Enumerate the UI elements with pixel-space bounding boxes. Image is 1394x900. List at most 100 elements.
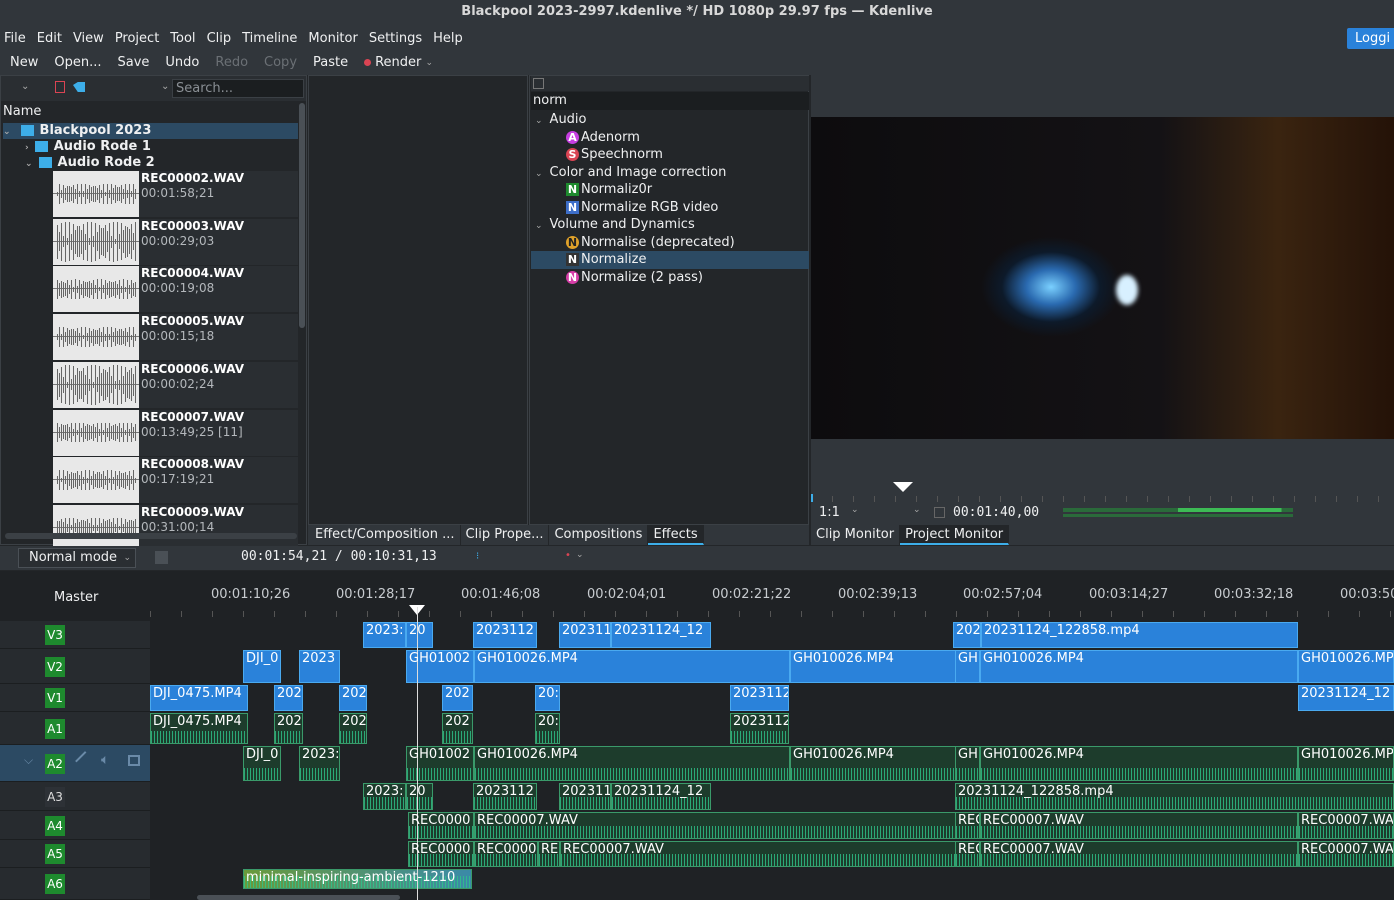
tab-clip-monitor[interactable]: Clip Monitor [811,525,901,545]
checkbox-icon[interactable] [934,507,945,518]
menu-view[interactable]: View [73,31,104,46]
a3-clip[interactable]: 20231124_122858.mp4 [955,783,1394,810]
a1-clip[interactable]: DJI_0475.MP4 [150,713,248,744]
track-header-v3[interactable]: V3 [0,621,150,649]
v3-clip[interactable]: 20 [406,622,433,648]
chevron-down-icon[interactable]: ⌄ [161,81,169,92]
master-label[interactable]: Master [54,590,98,605]
undo-button[interactable]: Undo [165,55,199,70]
effect-icon[interactable] [75,751,95,771]
effect-group[interactable]: ⌄ Volume and Dynamics [531,216,809,234]
v2-clip[interactable]: GH010026.MP4 [1298,650,1394,683]
menu-tool[interactable]: Tool [170,31,195,46]
menu-settings[interactable]: Settings [369,31,422,46]
effect-item[interactable]: N Normalize RGB video [531,199,809,217]
a1-clip[interactable]: 2023112 [730,713,789,744]
a1-clip[interactable]: 202 [339,713,367,744]
v1-clip[interactable]: 20231124_12 [1298,685,1394,711]
a6-clip[interactable]: minimal-inspiring-ambient-1210 [243,869,472,889]
v2-clip[interactable]: 2023 [299,650,340,683]
effect-group[interactable]: ⌄ Audio [531,111,809,129]
monitor-playhead-icon[interactable] [893,482,913,492]
tab-effect-composition[interactable]: Effect/Composition ... [310,525,461,545]
lock-icon[interactable] [128,755,140,766]
chevron-down-icon[interactable]: ⌄ [21,81,29,92]
a1-clip[interactable]: 20: [535,713,560,744]
track-header-a4[interactable]: A4 [0,811,150,840]
v2-clip[interactable]: DJI_0 [243,650,281,683]
a4-clip[interactable]: REC00007.WAV [474,812,956,839]
effect-item[interactable]: N Normaliz0r [531,181,809,199]
tag-icon[interactable] [73,82,85,92]
bin-clip-item[interactable]: REC00009.WAV 00:31:00;14 [53,504,298,551]
a3-clip[interactable]: 2023: [363,783,406,810]
a3-clip[interactable]: 20231124_12 [611,783,711,810]
chevron-down-icon[interactable]: ⌄ [576,550,584,560]
a2-clip[interactable]: 2023: [299,746,340,781]
copy-button[interactable]: Copy [264,55,297,70]
v1-clip[interactable]: 202 [339,685,367,711]
edit-mode-select[interactable]: Normal mode ⌄ [18,548,136,568]
redo-button[interactable]: Redo [215,55,248,70]
bin-clip-item[interactable]: REC00007.WAV 00:13:49;25 [11] [53,409,298,456]
track-header-a3[interactable]: A3 [0,782,150,811]
track-name[interactable]: A6 [45,874,65,894]
bin-column-name[interactable]: Name [3,104,303,122]
timeline-scrollbar[interactable] [197,895,400,900]
v2-clip[interactable]: GH( [955,650,980,683]
v1-clip[interactable]: 202 [442,685,473,711]
menu-help[interactable]: Help [433,31,463,46]
a2-clip[interactable]: GH010026.MP4 [980,746,1298,781]
list-icon[interactable] [533,78,544,89]
menu-clip[interactable]: Clip [207,31,232,46]
a5-clip[interactable]: REC0000 [474,841,538,867]
a3-clip[interactable]: 2023112 [473,783,537,810]
effect-item[interactable]: N Normalise (deprecated) [531,234,809,252]
a5-clip[interactable]: REC00007.WAV [560,841,956,867]
v2-clip[interactable]: GH010026.MP4 [474,650,790,683]
track-name[interactable]: A2 [45,753,65,774]
login-button[interactable]: Loggi [1347,28,1394,49]
tab-clip-properties[interactable]: Clip Prope... [461,525,550,545]
a2-clip[interactable]: DJI_0 [243,746,281,781]
v1-clip[interactable]: 20: [535,685,560,711]
track-name[interactable]: V2 [45,656,65,677]
effect-group[interactable]: ⌄ Color and Image correction [531,164,809,182]
track-name[interactable]: A1 [45,718,65,739]
v2-clip[interactable]: GH010026.MP4 [790,650,956,683]
track-header-v1[interactable]: V1 [0,684,150,712]
bin-horizontal-scrollbar[interactable] [5,533,297,539]
save-button[interactable]: Save [117,55,149,70]
chevron-down-icon[interactable]: ⌄ [913,505,921,515]
collapse-icon[interactable]: ⌵ [24,753,33,768]
effect-item[interactable]: A Adenorm [531,129,809,147]
bin-folder-audio-rode-2[interactable]: ⌄ Audio Rode 2 [3,155,298,171]
tab-project-monitor[interactable]: Project Monitor [900,525,1010,545]
v1-clip[interactable]: 202 [274,685,303,711]
bin-folder-audio-rode-1[interactable]: › Audio Rode 1 [3,139,298,155]
render-button[interactable]: Render ⌄ [364,55,433,70]
a5-clip[interactable]: REC00007.WAV [980,841,1298,867]
track-name[interactable]: A4 [45,815,65,836]
track-header-v2[interactable]: V2 [0,649,150,684]
tab-effects[interactable]: Effects [648,525,704,545]
open-button[interactable]: Open... [54,55,101,70]
v3-clip[interactable]: 20231124_12 [611,622,711,648]
timeline-timecode[interactable]: 00:01:54,21 / 00:10:31,13 [241,549,437,564]
track-name[interactable]: V3 [45,625,65,645]
track-name[interactable]: A5 [45,844,65,864]
monitor-ruler[interactable] [811,482,1394,502]
track-name[interactable]: A3 [45,786,65,807]
a2-clip[interactable]: GH010026.MP [1298,746,1394,781]
track-header-a5[interactable]: A5 [0,840,150,868]
v3-clip[interactable]: 202 [953,622,981,648]
speaker-icon[interactable]: 🔈︎ [101,752,109,768]
menu-edit[interactable]: Edit [37,31,62,46]
v3-clip[interactable]: 2023: [363,622,406,648]
monitor-timecode[interactable]: 00:01:40,00 [953,505,1039,520]
bin-clip-item[interactable]: REC00003.WAV 00:00:29;03 [53,218,298,265]
a1-clip[interactable]: 202 [442,713,473,744]
v3-clip[interactable]: 2023112 [473,622,537,648]
monitor-video-frame[interactable] [811,117,1394,439]
a4-clip[interactable]: REC00007.WA [1298,812,1394,839]
